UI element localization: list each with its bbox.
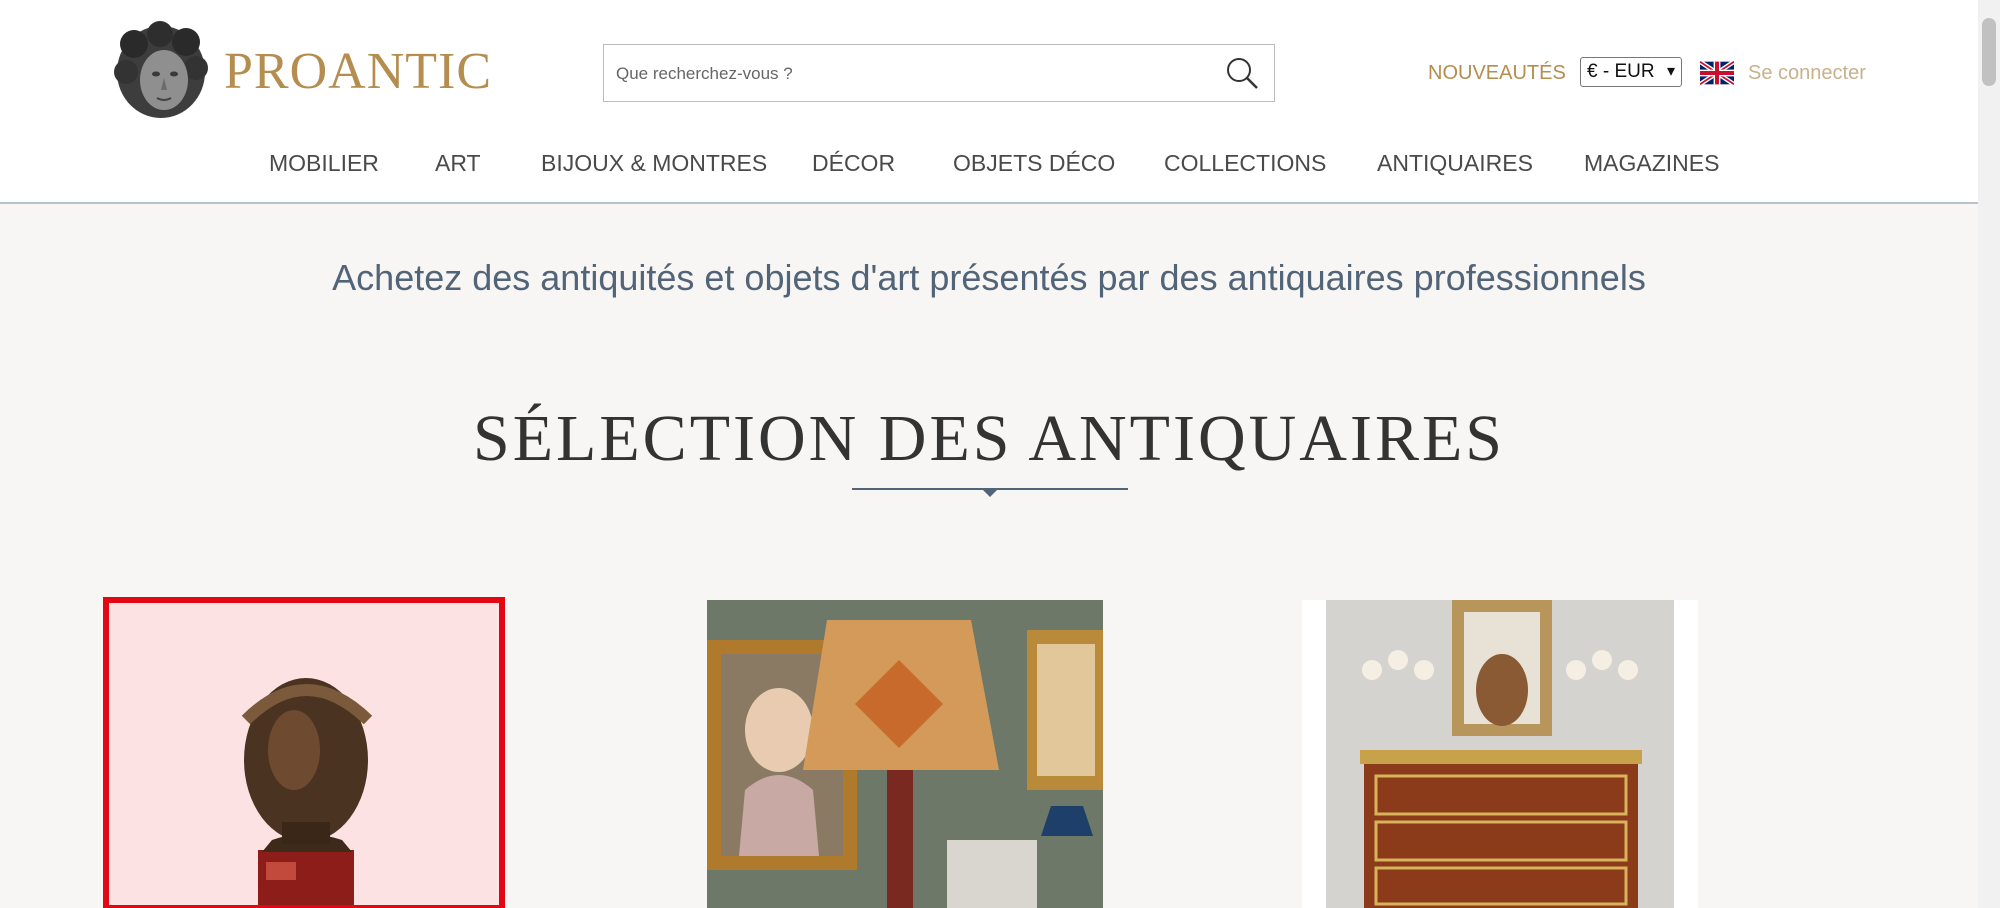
nav-item-bijoux-montres[interactable]: BIJOUX & MONTRES xyxy=(541,148,767,178)
nav-item-objets-deco[interactable]: OBJETS DÉCO xyxy=(953,148,1115,178)
scrollbar-thumb[interactable] xyxy=(1982,18,1996,86)
logo-head-icon[interactable] xyxy=(112,20,210,122)
product-card-commode[interactable] xyxy=(1302,600,1698,908)
chevron-down-icon: ▾ xyxy=(1666,63,1675,80)
nav-item-antiquaires[interactable]: ANTIQUAIRES xyxy=(1377,148,1533,178)
nav-item-mobilier[interactable]: MOBILIER xyxy=(269,148,379,178)
currency-value: € - EUR xyxy=(1587,61,1655,82)
product-card-bronze-bust[interactable] xyxy=(103,597,505,908)
new-arrivals-link[interactable]: NOUVEAUTÉS xyxy=(1428,60,1566,86)
currency-select[interactable]: € - EUR ▾ xyxy=(1580,57,1682,87)
nav-item-magazines[interactable]: MAGAZINES xyxy=(1584,148,1719,178)
nav-item-collections[interactable]: COLLECTIONS xyxy=(1164,148,1326,178)
nav-item-decor[interactable]: DÉCOR xyxy=(812,148,895,178)
page-scrollbar[interactable] xyxy=(1978,0,2000,908)
search-icon[interactable] xyxy=(1224,55,1260,91)
product-image-lamp-paintings xyxy=(707,600,1103,908)
uk-flag-icon[interactable] xyxy=(1700,60,1734,86)
product-image-bronze-bust xyxy=(106,600,502,908)
product-image-commode xyxy=(1302,600,1698,908)
title-divider xyxy=(852,488,1128,497)
nav-item-art[interactable]: ART xyxy=(435,148,481,178)
section-title: SÉLECTION DES ANTIQUAIRES xyxy=(473,402,1505,475)
site-header: PROANTIC NOUVEAUTÉS € - EUR ▾ Se connect… xyxy=(0,0,1978,204)
logo-text[interactable]: PROANTIC xyxy=(224,42,492,102)
page-tagline: Achetez des antiquités et objets d'art p… xyxy=(332,257,1646,298)
login-link[interactable]: Se connecter xyxy=(1748,60,1866,86)
search-bar xyxy=(603,44,1275,102)
search-input[interactable] xyxy=(614,55,1218,93)
product-card-lamp-paintings[interactable] xyxy=(707,600,1103,908)
